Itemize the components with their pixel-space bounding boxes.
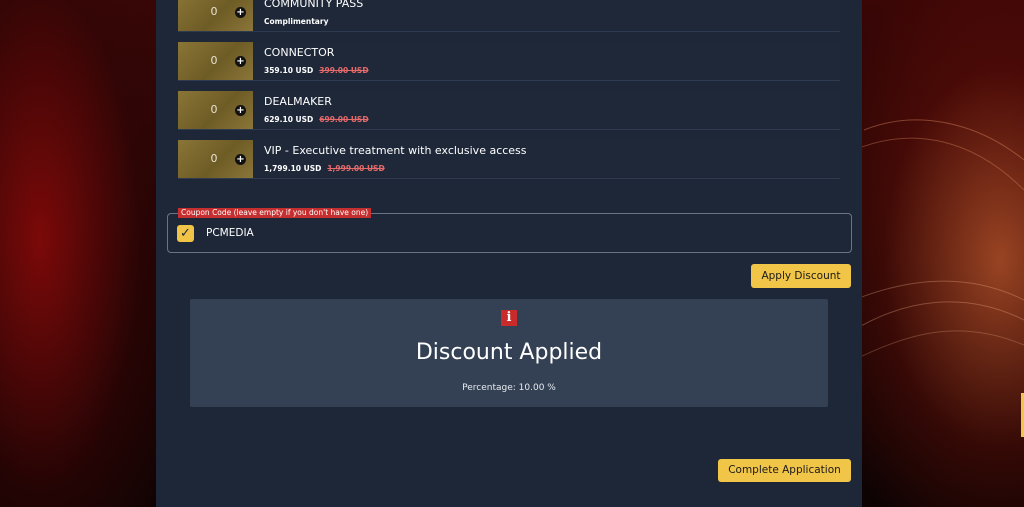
plus-icon[interactable]: + xyxy=(235,7,246,18)
quantity-value: 0 xyxy=(210,103,218,116)
coupon-label: Coupon Code (leave empty if you don't ha… xyxy=(178,208,372,218)
coupon-checkbox[interactable]: ✓ xyxy=(177,225,194,242)
quantity-box: 0 + xyxy=(178,42,253,80)
complete-application-button[interactable]: Complete Application xyxy=(718,459,851,482)
quantity-box: 0 + xyxy=(178,140,253,178)
quantity-value: 0 xyxy=(210,5,218,18)
plus-icon[interactable]: + xyxy=(235,105,246,116)
ticket-name: VIP - Executive treatment with exclusive… xyxy=(264,144,527,157)
coupon-field[interactable] xyxy=(167,213,852,253)
ticket-price: 629.10 USD 699.00 USD xyxy=(264,115,369,124)
apply-discount-button[interactable]: Apply Discount xyxy=(751,264,851,288)
quantity-value: 0 xyxy=(210,152,218,165)
notice-percentage: Percentage: 10.00 % xyxy=(462,383,556,393)
ticket-name: DEALMAKER xyxy=(264,95,332,108)
ticket-price-value: Complimentary xyxy=(264,17,329,26)
plus-icon[interactable]: + xyxy=(235,56,246,67)
coupon-input-value[interactable]: PCMEDIA xyxy=(206,227,254,239)
ticket-original-price: 699.00 USD xyxy=(319,115,369,124)
ticket-price: 359.10 USD 399.00 USD xyxy=(264,66,369,75)
ticket-row-connector: 0 + CONNECTOR 359.10 USD 399.00 USD xyxy=(178,42,840,81)
ticket-price: Complimentary xyxy=(264,17,328,26)
ticket-row-community-pass: 0 + COMMUNITY PASS Complimentary xyxy=(178,0,840,32)
ticket-name: CONNECTOR xyxy=(264,46,335,59)
quantity-value: 0 xyxy=(210,54,218,67)
quantity-box: 0 + xyxy=(178,0,253,31)
ticket-price-value: 1,799.10 USD xyxy=(264,164,322,173)
info-icon: i xyxy=(501,310,517,326)
ticket-price-value: 629.10 USD xyxy=(264,115,314,124)
ticket-row-dealmaker: 0 + DEALMAKER 629.10 USD 699.00 USD xyxy=(178,91,840,130)
decorative-wave-lines xyxy=(854,119,1024,361)
notice-title: Discount Applied xyxy=(415,340,603,365)
ticket-name: COMMUNITY PASS xyxy=(264,0,364,10)
quantity-box: 0 + xyxy=(178,91,253,129)
ticket-original-price: 399.00 USD xyxy=(319,66,369,75)
plus-icon[interactable]: + xyxy=(235,154,246,165)
ticket-price: 1,799.10 USD 1,999.00 USD xyxy=(264,164,385,173)
ticket-price-value: 359.10 USD xyxy=(264,66,314,75)
ticket-original-price: 1,999.00 USD xyxy=(327,164,385,173)
ticket-row-vip: 0 + VIP - Executive treatment with exclu… xyxy=(178,140,840,179)
